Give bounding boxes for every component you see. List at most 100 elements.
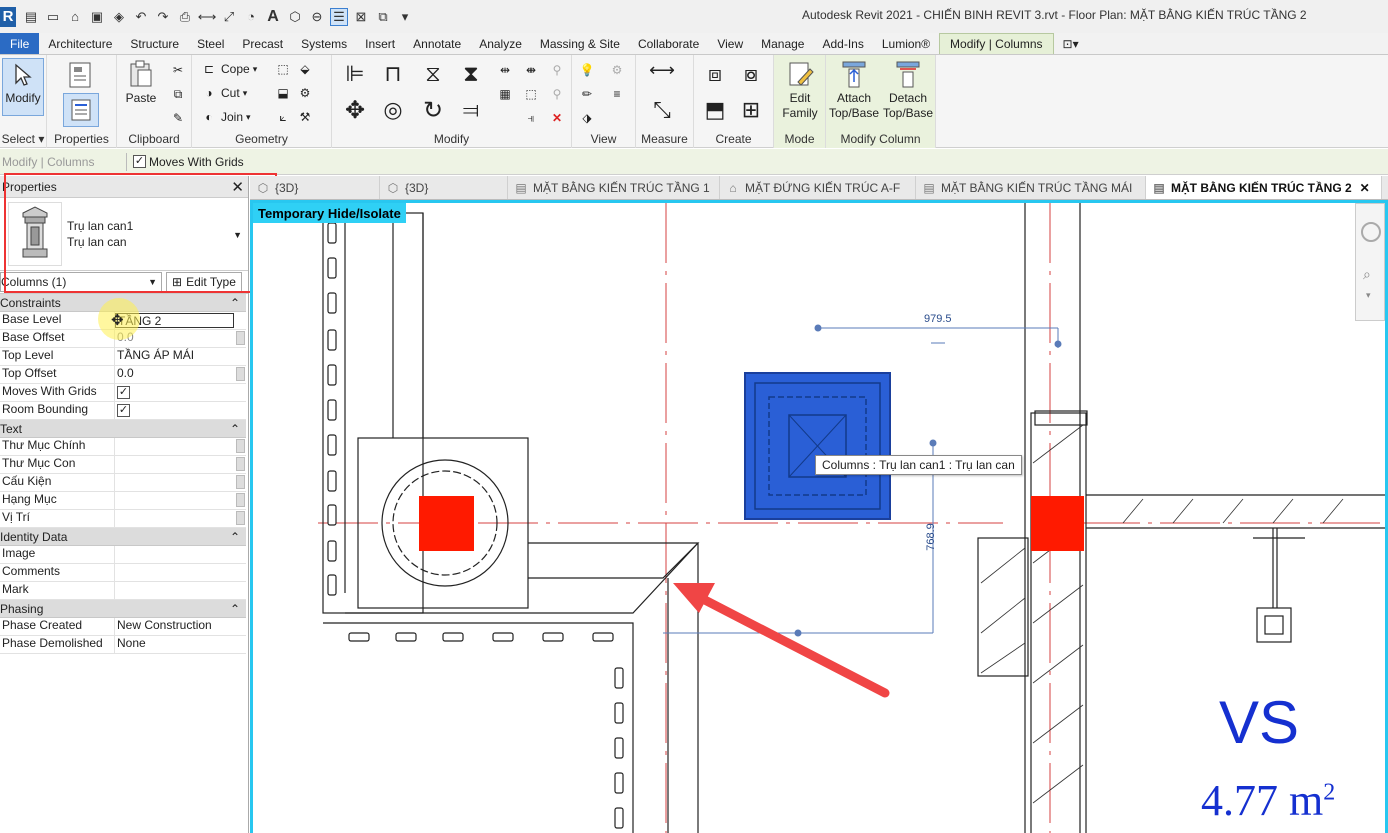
view-options-icon[interactable]: ⚙ (608, 61, 626, 79)
thin-lines-icon[interactable]: ☰ (330, 7, 348, 26)
view-tab-elevation[interactable]: ⌂ MẶT ĐỨNG KIẾN TRÚC A-F (720, 176, 916, 199)
view-tab-floor-plan-1[interactable]: ▤ MẶT BẰNG KIẾN TRÚC TẦNG 1 (508, 176, 720, 199)
measure-icon[interactable]: ⟷ (198, 8, 217, 26)
cope-button[interactable]: ⊏ Cope ▾ (200, 60, 257, 78)
prop-row-vi-tri[interactable]: Vị Trí (0, 510, 246, 528)
create-group-icon[interactable]: ⬒ (700, 95, 730, 125)
save-icon[interactable]: ▣ (88, 8, 106, 26)
tab-analyze[interactable]: Analyze (470, 33, 531, 54)
room-bounding-checkbox[interactable]: ✓ (117, 404, 130, 417)
scroll-handle[interactable] (236, 457, 245, 471)
scale-icon[interactable]: ⬚ (522, 85, 540, 103)
dimension-vertical[interactable]: 768.9 (925, 523, 937, 551)
trim-single-icon[interactable]: ⫣ (522, 109, 540, 127)
mirror-axis-icon[interactable]: ⧖ (418, 59, 448, 89)
tab-collaborate[interactable]: Collaborate (629, 33, 708, 54)
tab-add-ins[interactable]: Add-Ins (813, 33, 872, 54)
dimension-icon[interactable]: ⤢ (220, 8, 238, 26)
type-properties-button[interactable] (65, 59, 97, 91)
prop-row-hang-muc[interactable]: Hạng Mục (0, 492, 246, 510)
collapse-icon[interactable]: ⌃ (230, 602, 240, 616)
split-element-icon[interactable]: ⇹ (496, 61, 514, 79)
scroll-handle[interactable] (236, 367, 245, 381)
prop-value-hang-muc[interactable] (115, 492, 246, 509)
prop-row-thu-muc-chinh[interactable]: Thư Mục Chính (0, 438, 246, 456)
prop-row-phase-created[interactable]: Phase Created New Construction (0, 618, 246, 636)
prop-value-cau-kien[interactable] (115, 474, 246, 491)
undo-icon[interactable]: ↶ (132, 8, 150, 26)
prop-row-cau-kien[interactable]: Cấu Kiện (0, 474, 246, 492)
beam-join-icon[interactable]: ⟀ (274, 108, 292, 126)
print-icon[interactable]: ⎙ (176, 8, 194, 26)
redo-icon[interactable]: ↷ (154, 8, 172, 26)
join-button[interactable]: ◐ Join ▾ (200, 108, 250, 126)
offset-icon[interactable]: ⊓ (378, 59, 408, 89)
group-phasing[interactable]: Phasing ⌃ (0, 600, 246, 618)
prop-row-top-offset[interactable]: Top Offset 0.0 (0, 366, 246, 384)
prop-value-thu-muc-chinh[interactable] (115, 438, 246, 455)
zoom-icon[interactable]: ⌕ (1363, 266, 1371, 283)
group-identity-data[interactable]: Identity Data ⌃ (0, 528, 246, 546)
steering-wheel-icon[interactable] (1361, 222, 1381, 242)
sync-icon[interactable]: ◈ (110, 8, 128, 26)
selected-column[interactable] (744, 372, 891, 520)
moves-with-grids-prop-checkbox[interactable]: ✓ (117, 386, 130, 399)
type-selector[interactable]: Trụ lan can1 Trụ lan can ▼ (0, 198, 248, 271)
close-tab-icon[interactable]: ✕ (1360, 181, 1370, 195)
prop-row-mark[interactable]: Mark (0, 582, 246, 600)
tab-manage[interactable]: Manage (752, 33, 813, 54)
edit-type-button[interactable]: ⊞ Edit Type (166, 272, 242, 292)
prop-row-top-level[interactable]: Top Level TẦNG ÁP MÁI (0, 348, 246, 366)
tab-modify-columns[interactable]: Modify | Columns (939, 33, 1054, 54)
close-hidden-icon[interactable]: ⊠ (352, 8, 370, 26)
prop-value-mark[interactable] (115, 582, 246, 599)
prop-value-comments[interactable] (115, 564, 246, 581)
text-icon[interactable]: A (264, 8, 282, 26)
scroll-handle[interactable] (236, 331, 245, 345)
unpin-icon[interactable]: ⚲ (548, 85, 566, 103)
delete-icon[interactable]: ✕ (548, 109, 566, 127)
copy-icon[interactable]: ⧉ (169, 85, 187, 103)
move-icon[interactable]: ✥ (340, 95, 370, 125)
create-assembly-icon[interactable]: ⧈ (700, 59, 730, 89)
demolish-icon[interactable]: ⚙ (296, 84, 314, 102)
scroll-handle[interactable] (236, 439, 245, 453)
rotate-icon[interactable]: ↻ (418, 95, 448, 125)
section-icon[interactable]: ⊖ (308, 8, 326, 26)
tab-file[interactable]: File (0, 33, 40, 54)
prop-row-moves-with-grids[interactable]: Moves With Grids ✓ (0, 384, 246, 402)
tab-architecture[interactable]: Architecture (39, 33, 121, 54)
tab-annotate[interactable]: Annotate (404, 33, 470, 54)
instance-filter-select[interactable]: Columns (1) ▼ (0, 272, 162, 292)
collapse-icon[interactable]: ⌃ (230, 422, 240, 436)
tab-lumion[interactable]: Lumion® (873, 33, 939, 54)
prop-value-top-offset[interactable]: 0.0 (115, 366, 246, 383)
prop-value-phase-demolished[interactable]: None (115, 636, 246, 653)
tab-massing-site[interactable]: Massing & Site (531, 33, 629, 54)
scroll-handle[interactable] (236, 511, 245, 525)
attach-top-base-button[interactable]: Attach Top/Base (828, 59, 880, 121)
align-icon[interactable]: ⊫ (340, 59, 370, 89)
close-icon[interactable]: ✕ (231, 178, 244, 196)
measure-between-icon[interactable]: ⟷ (644, 60, 680, 80)
customize-qat-icon[interactable]: ▾ (396, 8, 414, 26)
cut-geometry-button[interactable]: ◑ Cut ▾ (200, 84, 247, 102)
prop-row-comments[interactable]: Comments (0, 564, 246, 582)
modify-button[interactable]: Modify (2, 58, 44, 116)
copy-element-icon[interactable]: ◎ (378, 95, 408, 125)
nav-dropdown-icon[interactable]: ▾ (1366, 290, 1371, 301)
revit-logo-icon[interactable]: R (0, 6, 16, 27)
detach-top-base-button[interactable]: Detach Top/Base (882, 59, 934, 121)
view-tab-3d-1[interactable]: ⬡ {3D} (250, 176, 380, 199)
prop-value-vi-tri[interactable] (115, 510, 246, 527)
split-gap-icon[interactable]: ⇼ (522, 61, 540, 79)
view-tab-floor-plan-2[interactable]: ▤ MẶT BẰNG KIẾN TRÚC TẦNG 2 ✕ (1146, 176, 1382, 199)
tab-steel[interactable]: Steel (188, 33, 233, 54)
tab-insert[interactable]: Insert (356, 33, 404, 54)
prop-value-image[interactable] (115, 546, 246, 563)
drawing-canvas[interactable]: Temporary Hide/Isolate 979.5 768.9 Colum… (250, 200, 1388, 833)
filter-icon[interactable]: ≡ (608, 85, 626, 103)
type-dropdown-icon[interactable]: ▼ (233, 230, 242, 240)
prop-value-top-level[interactable]: TẦNG ÁP MÁI (115, 348, 246, 365)
edit-family-button[interactable]: Edit Family (780, 59, 820, 121)
